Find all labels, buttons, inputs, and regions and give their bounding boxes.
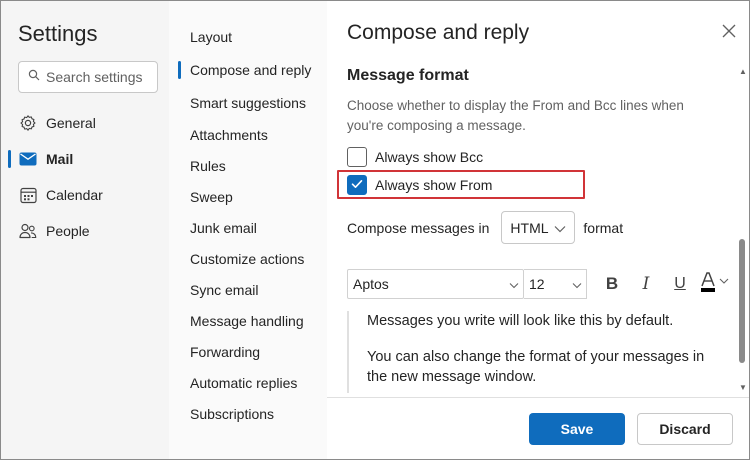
save-button[interactable]: Save	[529, 413, 625, 445]
chevron-down-icon	[509, 276, 519, 292]
discard-button[interactable]: Discard	[637, 413, 733, 445]
menu-item-attachments[interactable]: Attachments	[190, 125, 268, 145]
close-button[interactable]	[719, 21, 739, 41]
checkmark-icon	[350, 177, 364, 194]
search-icon	[28, 68, 40, 86]
menu-item-forwarding[interactable]: Forwarding	[190, 342, 260, 362]
scroll-thumb[interactable]	[739, 239, 745, 363]
always-show-from-checkbox[interactable]: Always show From	[347, 174, 492, 196]
submenu-selection-indicator	[178, 61, 181, 79]
font-name-value: Aptos	[353, 276, 389, 292]
section-description: Choose whether to display the From and B…	[347, 98, 684, 133]
font-size-dropdown[interactable]: 12	[524, 269, 587, 299]
font-color-button[interactable]	[695, 269, 735, 299]
nav-item-mail[interactable]: Mail	[18, 147, 73, 171]
chevron-down-icon	[554, 220, 566, 236]
checkbox-box[interactable]	[347, 147, 367, 167]
always-show-bcc-checkbox[interactable]: Always show Bcc	[347, 146, 483, 168]
chevron-down-icon	[572, 276, 582, 292]
menu-item-subscriptions[interactable]: Subscriptions	[190, 404, 274, 424]
compose-format-dropdown[interactable]: HTML	[501, 211, 576, 244]
panel-scrollbar[interactable]: ▲ ▼	[735, 61, 749, 399]
compose-format-row: Compose messages in HTML format	[347, 211, 623, 244]
menu-item-junk-email[interactable]: Junk email	[190, 218, 257, 238]
nav-label: Calendar	[46, 187, 103, 203]
menu-item-rules[interactable]: Rules	[190, 156, 226, 176]
nav-label: People	[46, 223, 90, 239]
menu-item-smart-suggestions[interactable]: Smart suggestions	[190, 93, 306, 113]
nav-label: Mail	[46, 151, 74, 167]
menu-item-sweep[interactable]: Sweep	[190, 187, 233, 207]
nav-selection-indicator	[8, 150, 11, 168]
mail-settings-menu: Layout Compose and reply Smart suggestio…	[169, 1, 327, 459]
menu-item-layout[interactable]: Layout	[190, 27, 232, 47]
search-input[interactable]	[46, 69, 151, 85]
menu-item-customize-actions[interactable]: Customize actions	[190, 249, 304, 269]
close-icon	[719, 24, 739, 45]
menu-item-sync-email[interactable]: Sync email	[190, 280, 258, 300]
preview-text-1: Messages you write will look like this b…	[367, 313, 674, 329]
font-name-dropdown[interactable]: Aptos	[347, 269, 524, 299]
gear-icon	[18, 113, 38, 133]
menu-item-automatic-replies[interactable]: Automatic replies	[190, 373, 297, 393]
people-icon	[18, 221, 38, 241]
compose-format-suffix: format	[583, 219, 624, 236]
preview-text-2: You can also change the format of your m…	[367, 349, 705, 385]
scroll-up-icon[interactable]: ▲	[739, 67, 747, 76]
nav-item-people[interactable]: People	[18, 219, 90, 243]
settings-title: Settings	[18, 21, 98, 46]
checkbox-box[interactable]	[347, 175, 367, 195]
section-title: Message format	[347, 67, 469, 84]
bold-button[interactable]: B	[597, 269, 627, 299]
compose-reply-panel: Compose and reply Message format Choose …	[327, 1, 749, 459]
nav-label: General	[46, 115, 96, 131]
checkbox-label: Always show From	[375, 177, 493, 193]
menu-item-compose-and-reply[interactable]: Compose and reply	[190, 60, 311, 80]
font-size-value: 12	[529, 276, 545, 292]
nav-item-general[interactable]: General	[18, 111, 96, 135]
panel-title: Compose and reply	[347, 21, 530, 44]
search-box[interactable]	[18, 61, 158, 93]
footer-divider	[327, 397, 749, 398]
italic-button[interactable]: I	[631, 269, 661, 299]
calendar-icon	[18, 185, 38, 205]
compose-format-prefix: Compose messages in	[347, 219, 490, 236]
checkbox-label: Always show Bcc	[375, 149, 484, 165]
font-color-icon	[698, 271, 732, 298]
mail-icon	[18, 149, 38, 169]
nav-item-calendar[interactable]: Calendar	[18, 183, 103, 207]
menu-item-message-handling[interactable]: Message handling	[190, 311, 304, 331]
settings-sidebar: Settings General Mail Calendar People	[1, 1, 169, 459]
message-preview: Messages you write will look like this b…	[347, 311, 727, 393]
scroll-down-icon[interactable]: ▼	[739, 383, 747, 392]
underline-button[interactable]: U	[665, 269, 695, 299]
dropdown-value: HTML	[510, 219, 549, 236]
formatting-toolbar: Aptos 12 B I U	[347, 269, 735, 299]
